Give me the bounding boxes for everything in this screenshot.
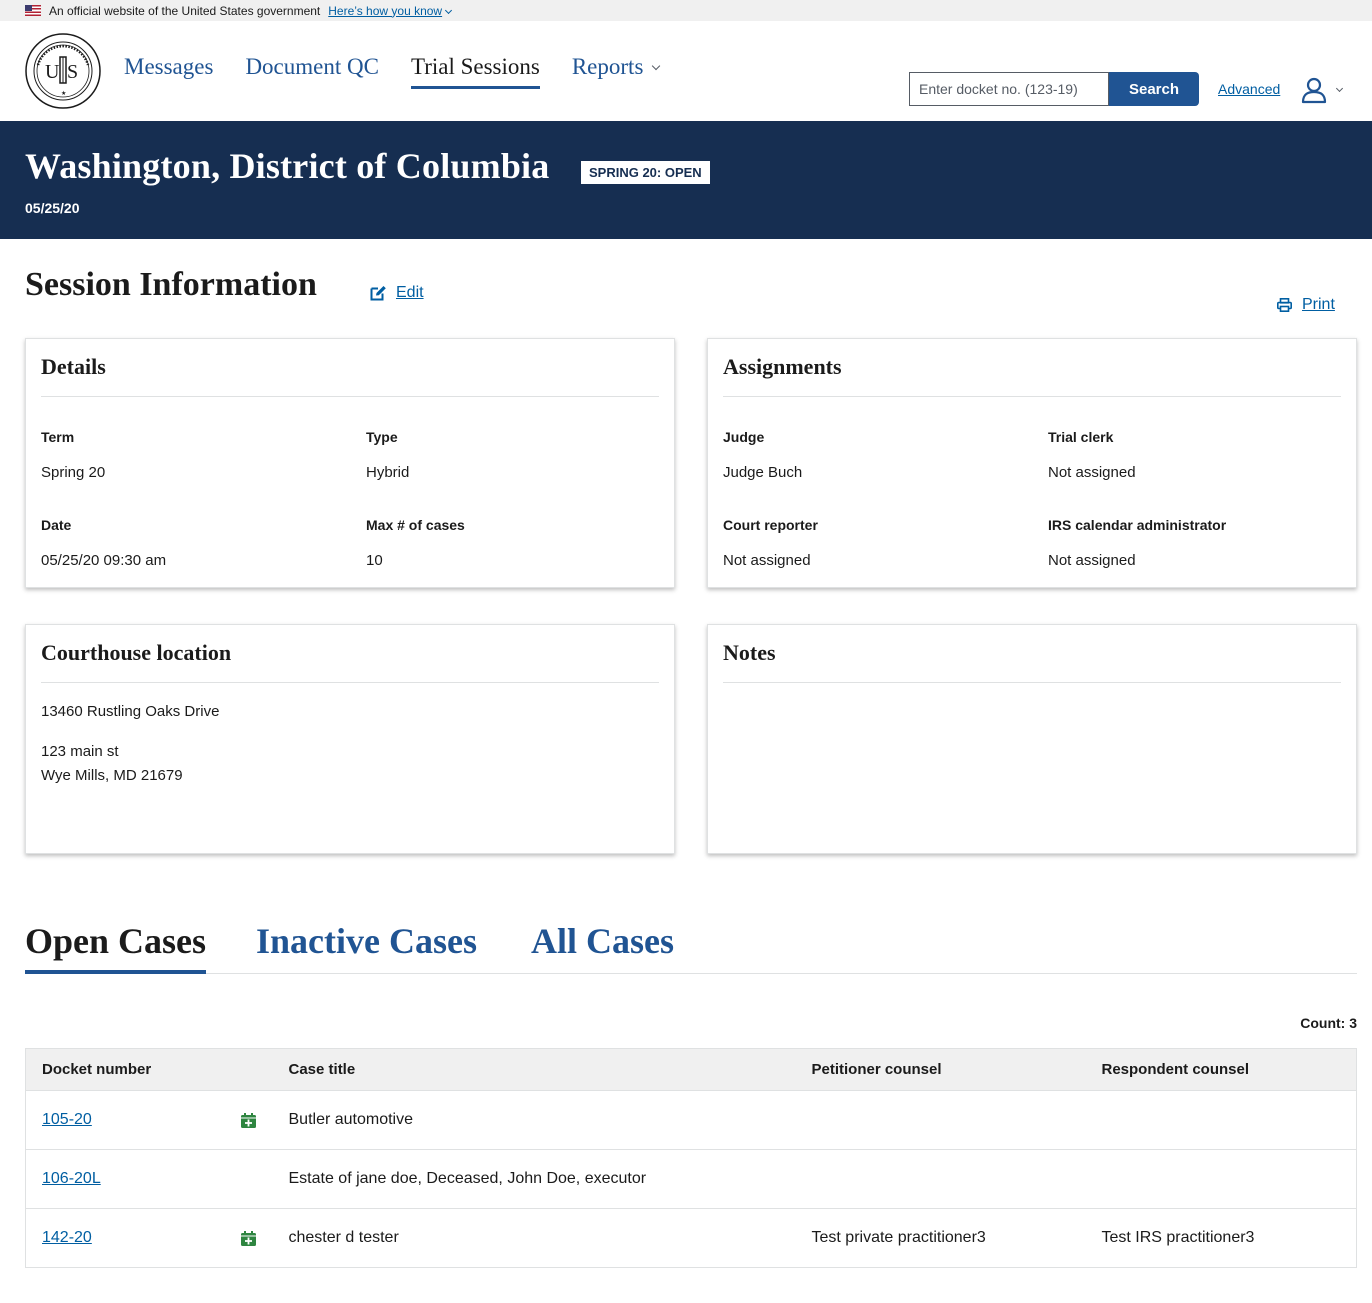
tab-all-cases[interactable]: All Cases: [531, 920, 674, 970]
nav-trial-sessions[interactable]: Trial Sessions: [410, 54, 540, 89]
courthouse-name: 13460 Rustling Oaks Drive: [41, 703, 220, 720]
notes-card: Notes: [707, 624, 1357, 854]
col-petitioner-counsel: Petitioner counsel: [811, 1048, 1102, 1091]
courthouse-card: Courthouse location 13460 Rustling Oaks …: [25, 624, 675, 854]
svg-text:U: U: [45, 61, 60, 83]
assignments-card-title: Assignments: [723, 354, 842, 379]
case-title-cell: Butler automotive: [288, 1090, 812, 1150]
max-cases-label: Max # of cases: [366, 517, 465, 533]
petitioner-counsel-cell: [811, 1149, 1102, 1209]
courthouse-card-title: Courthouse location: [41, 640, 232, 665]
court-reporter-label: Court reporter: [723, 517, 818, 533]
respondent-counsel-cell: [1101, 1090, 1357, 1150]
table-header-row: Docket number Case title Petitioner coun…: [25, 1048, 1357, 1091]
assignments-card: Assignments Judge Judge Buch Trial clerk…: [707, 338, 1357, 588]
col-docket-number: Docket number: [25, 1048, 289, 1091]
docket-cell: 106-20L: [25, 1149, 289, 1209]
svg-text:S: S: [67, 61, 78, 83]
case-title-cell: chester d tester: [288, 1229, 399, 1246]
judge-label: Judge: [723, 429, 765, 445]
docket-search-input[interactable]: [909, 72, 1109, 106]
term-value: Spring 20: [41, 464, 106, 481]
col-case-title: Case title: [288, 1048, 812, 1091]
site-header: U S ★ Messages Document QC Trial Session…: [0, 21, 1372, 121]
trial-clerk-value: Not assigned: [1048, 464, 1136, 481]
respondent-counsel-cell: Test IRS practitioner3: [1101, 1229, 1255, 1246]
court-reporter-value: Not assigned: [723, 552, 811, 569]
chevron-down-icon: [445, 6, 453, 14]
respondent-counsel-cell: [1101, 1149, 1357, 1209]
user-icon: [1301, 77, 1327, 104]
print-label: Print: [1302, 296, 1335, 313]
calendar-plus-icon: [241, 1231, 256, 1246]
judge-value: Judge Buch: [723, 464, 803, 481]
divider: [41, 682, 659, 683]
divider: [41, 396, 659, 397]
docket-link[interactable]: 142-20: [42, 1229, 92, 1246]
session-location-title: Washington, District of Columbia: [25, 146, 550, 186]
case-count: Count: 3: [1300, 1015, 1357, 1031]
search-button[interactable]: Search: [1109, 72, 1199, 106]
main-nav: Messages Document QC Trial Sessions Repo…: [124, 54, 661, 89]
chevron-down-icon: [1335, 84, 1344, 92]
irs-admin-value: Not assigned: [1048, 552, 1136, 569]
cases-table: Docket number Case title Petitioner coun…: [25, 1048, 1357, 1268]
session-date: 05/25/20: [25, 200, 80, 216]
print-link[interactable]: Print: [1277, 296, 1335, 314]
petitioner-counsel-cell: [811, 1090, 1102, 1150]
irs-admin-label: IRS calendar administrator: [1048, 517, 1227, 533]
heres-how-you-know-label: Here’s how you know: [328, 3, 443, 18]
term-label: Term: [41, 429, 75, 445]
nav-messages[interactable]: Messages: [124, 54, 213, 89]
edit-label: Edit: [396, 284, 424, 301]
session-status-badge: SPRING 20: OPEN: [581, 161, 710, 184]
table-row: 105-20 Butler automotive: [25, 1090, 1357, 1150]
tab-open-cases[interactable]: Open Cases: [25, 920, 207, 974]
heres-how-you-know-link[interactable]: Here’s how you know: [328, 3, 453, 18]
notes-card-title: Notes: [723, 640, 776, 665]
tab-inactive-cases[interactable]: Inactive Cases: [256, 920, 477, 970]
edit-session-link[interactable]: Edit: [370, 284, 424, 302]
divider: [723, 682, 1341, 683]
petitioner-counsel-cell: Test private practitioner3: [811, 1229, 986, 1246]
case-tabs: Open Cases Inactive Cases All Cases: [25, 920, 1357, 974]
docket-link[interactable]: 105-20: [42, 1111, 92, 1128]
chevron-down-icon: [652, 61, 661, 71]
nav-reports[interactable]: Reports: [571, 54, 661, 89]
trial-session-hero: Washington, District of Columbia SPRING …: [0, 121, 1372, 239]
details-card-title: Details: [41, 354, 106, 379]
docket-link[interactable]: 106-20L: [42, 1170, 101, 1187]
nav-reports-label: Reports: [571, 54, 644, 79]
printer-icon: [1277, 298, 1292, 312]
docket-cell: 142-20: [26, 1209, 289, 1268]
max-cases-value: 10: [366, 552, 383, 569]
date-value: 05/25/20 09:30 am: [41, 552, 167, 569]
tax-court-seal-logo[interactable]: U S ★: [25, 33, 101, 109]
table-row: 142-20 chester d tester Test private pra…: [26, 1209, 1357, 1268]
table-row: 106-20L Estate of jane doe, Deceased, Jo…: [25, 1149, 1357, 1209]
details-card: Details Term Spring 20 Type Hybrid Date …: [25, 338, 675, 588]
user-menu[interactable]: [1300, 76, 1344, 104]
courthouse-address-line1: 123 main st: [41, 743, 119, 760]
courthouse-address-line2: Wye Mills, MD 21679: [41, 767, 183, 784]
nav-document-qc[interactable]: Document QC: [245, 54, 379, 89]
gov-banner-text: An official website of the United States…: [49, 3, 321, 18]
date-label: Date: [41, 517, 72, 533]
case-title-cell: Estate of jane doe, Deceased, John Doe, …: [288, 1149, 812, 1209]
advanced-search-link[interactable]: Advanced: [1218, 81, 1280, 97]
edit-icon: [370, 286, 386, 301]
col-respondent-counsel: Respondent counsel: [1101, 1048, 1357, 1091]
page-title: Session Information: [25, 266, 317, 303]
svg-text:★: ★: [61, 90, 66, 97]
us-flag-icon: [25, 5, 41, 16]
type-label: Type: [366, 429, 398, 445]
docket-cell: 105-20: [25, 1090, 289, 1150]
gov-banner: An official website of the United States…: [0, 0, 1372, 21]
calendar-plus-icon: [241, 1113, 256, 1128]
trial-clerk-label: Trial clerk: [1048, 429, 1114, 445]
divider: [723, 396, 1341, 397]
type-value: Hybrid: [366, 464, 410, 481]
